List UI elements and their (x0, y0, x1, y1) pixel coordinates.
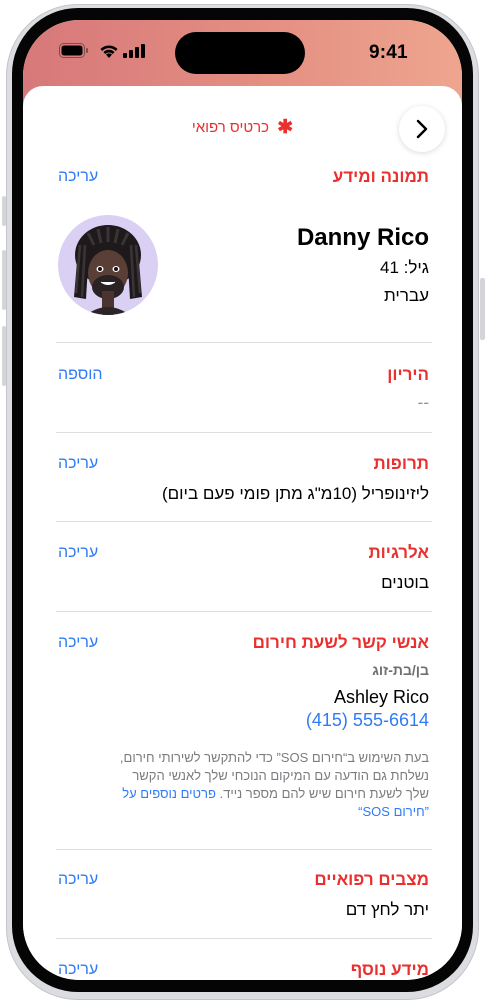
divider (56, 611, 432, 612)
section-title-emergency-contacts: אנשי קשר לשעת חירום (252, 633, 429, 652)
status-time: 9:41 (369, 42, 408, 63)
dynamic-island (175, 32, 305, 74)
divider (56, 521, 432, 522)
chevron-right-icon (416, 119, 428, 139)
section-title-allergies: אלרגיות (368, 543, 429, 562)
person-language: עברית (384, 286, 429, 305)
section-title-medications: תרופות (373, 454, 429, 473)
back-button[interactable] (399, 106, 445, 152)
edit-allergies-button[interactable]: עריכה (58, 544, 98, 562)
volume-button (2, 250, 6, 310)
edit-emergency-contacts-button[interactable]: עריכה (58, 634, 98, 652)
person-age: גיל: 41 (380, 258, 429, 277)
divider (56, 432, 432, 433)
edit-more-info-button[interactable]: עריכה (58, 961, 98, 979)
status-bar: 9:41 (23, 20, 462, 86)
wifi-icon (99, 44, 119, 64)
volume-button (2, 326, 6, 386)
sos-learn-more-link[interactable]: ”חירום SOS“ (358, 804, 429, 819)
signal-icon (123, 44, 145, 63)
contact-name: Ashley Rico (333, 687, 429, 707)
memoji-avatar-icon (74, 225, 142, 315)
battery-icon (59, 43, 89, 63)
edit-medications-button[interactable]: עריכה (58, 455, 98, 473)
side-button (480, 278, 485, 340)
allergies-value: בוטנים (381, 573, 429, 592)
edit-photo-info-button[interactable]: עריכה (58, 168, 98, 186)
sos-note-line: שלך לשעת חירום שיש להם מספר נייד. (219, 786, 429, 801)
sos-note: בעת השימוש ב“חירום SOS” כדי להתקשר לשירו… (79, 749, 429, 821)
avatar (58, 215, 158, 315)
contact-phone-link[interactable]: (415) 555-6614 (306, 710, 429, 731)
divider (56, 849, 432, 850)
medications-value: ליזינופריל (10מ"ג מתן פומי פעם ביום) (161, 484, 429, 503)
conditions-value: יתר לחץ דם (345, 900, 429, 919)
person-name: Danny Rico (296, 224, 429, 251)
sos-note-line: בעת השימוש ב“חירום SOS” כדי להתקשר לשירו… (119, 750, 429, 765)
pregnancy-value: -- (417, 393, 429, 412)
contact-relation: בן/בת-זוג (372, 662, 429, 678)
page-title-text: כרטיס רפואי (191, 119, 270, 136)
sos-note-line: נשלחת גם הודעה עם המיקום הנוכחי שלך לאנש… (132, 768, 429, 783)
section-title-more-info: מידע נוסף (350, 960, 429, 979)
section-title-photo-info: תמונה ומידע (332, 167, 429, 186)
volume-button (2, 196, 6, 226)
screen: 9:41 ✱ כרטיס רפואי תמונה ומידע עריכה Dan… (23, 20, 462, 980)
sos-learn-more-link[interactable]: פרטים נוספים על (122, 786, 216, 801)
add-pregnancy-button[interactable]: הוספה (58, 366, 103, 384)
section-title-conditions: מצבים רפואיים (314, 870, 429, 889)
section-title-pregnancy: היריון (387, 365, 429, 384)
divider (56, 342, 432, 343)
medical-star-icon: ✱ (277, 117, 294, 138)
divider (56, 938, 432, 939)
edit-conditions-button[interactable]: עריכה (58, 871, 98, 889)
page-title: ✱ כרטיס רפואי (23, 116, 462, 139)
